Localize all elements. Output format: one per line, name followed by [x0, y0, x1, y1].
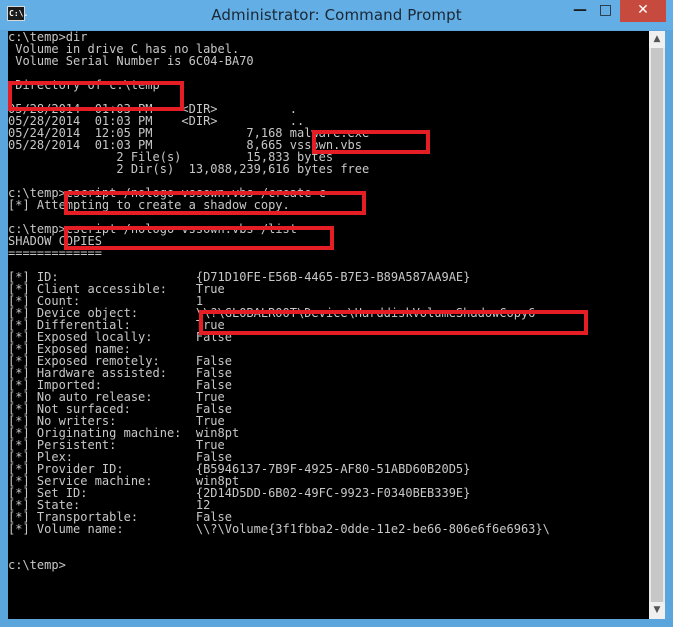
- title-bar[interactable]: C:\. Administrator: Command Prompt — □ ✕: [0, 0, 673, 30]
- console-line: =============: [8, 246, 102, 260]
- console-line: Directory of c:\temp: [8, 78, 160, 92]
- console-output[interactable]: c:\temp>dir Volume in drive C has no lab…: [8, 31, 649, 619]
- console-text: c:\temp>dir Volume in drive C has no lab…: [8, 31, 550, 595]
- console-line: c:\temp>: [8, 558, 66, 572]
- vertical-scrollbar[interactable]: ▲ ▼: [649, 31, 665, 619]
- minimize-button[interactable]: —: [567, 0, 593, 22]
- scrollbar-thumb[interactable]: [651, 48, 663, 608]
- console-line: [*] Volume name: \\?\Volume{3f1fbba2-0dd…: [8, 522, 550, 536]
- console-line: Volume Serial Number is 6C04-BA70: [8, 54, 254, 68]
- console-line: [*] Attempting to create a shadow copy.: [8, 198, 290, 212]
- scroll-up-icon[interactable]: ▲: [649, 31, 665, 48]
- console-line: 2 Dir(s) 13,088,239,616 bytes free: [8, 162, 370, 176]
- command-prompt-window: C:\. Administrator: Command Prompt — □ ✕…: [0, 0, 673, 627]
- close-button[interactable]: ✕: [620, 0, 666, 22]
- scroll-down-icon[interactable]: ▼: [649, 602, 665, 619]
- maximize-button[interactable]: □: [592, 0, 619, 22]
